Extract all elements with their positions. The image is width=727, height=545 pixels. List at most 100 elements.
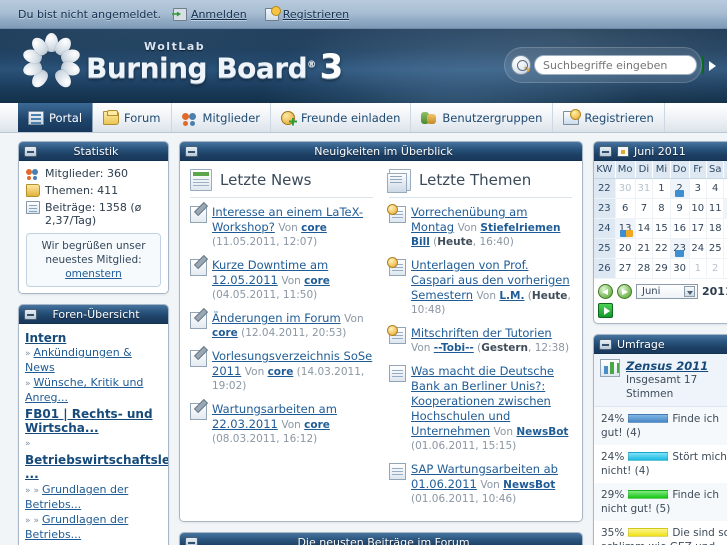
nav-tab-portal[interactable]: Portal (18, 103, 94, 132)
news-author-link[interactable]: core (304, 275, 330, 287)
cal-day[interactable]: 28 (635, 258, 654, 279)
cal-day[interactable]: 17 (689, 218, 708, 239)
cal-day[interactable]: 18 (706, 218, 725, 239)
forum-link[interactable]: Grundlagen der Betriebs... (25, 513, 128, 541)
register-link-wrap[interactable]: Registrieren (264, 5, 353, 21)
topic-item[interactable]: Unterlagen von Prof. Caspari aus den vor… (387, 257, 572, 317)
news-author-link[interactable]: core (304, 419, 330, 431)
register-link[interactable]: Registrieren (283, 8, 349, 21)
poll-option[interactable]: 24% Finde ich gut! (4) (594, 407, 727, 445)
cal-day[interactable]: 3 (689, 178, 708, 199)
cal-day-event[interactable]: 2 (670, 178, 690, 199)
forum-item[interactable]: » Wünsche, Kritik und Anreg... (25, 376, 162, 405)
collapse-icon[interactable] (185, 145, 198, 157)
collapse-icon[interactable] (24, 145, 37, 157)
cal-day[interactable]: 4 (706, 178, 725, 199)
topic-item[interactable]: SAP Wartungsarbeiten ab 01.06.2011 Von N… (389, 462, 572, 506)
nav-tab-registrieren[interactable]: Registrieren (553, 103, 665, 132)
forum-link-root[interactable]: Intern (25, 331, 162, 345)
collapse-icon[interactable] (24, 308, 37, 320)
forum-item[interactable]: »» Grundlagen der Betriebs... (25, 513, 162, 542)
cal-day[interactable]: 7 (635, 198, 654, 219)
forum-link-root[interactable]: FB01 | Rechts- und Wirtscha... (25, 407, 162, 435)
news-item[interactable]: Interesse an einem LaTeX-Workshop? Von c… (190, 205, 373, 249)
prev-month-button[interactable] (598, 284, 613, 299)
news-author-link[interactable]: core (301, 222, 327, 234)
cal-day[interactable]: 11 (706, 198, 725, 219)
topic-author-link[interactable]: L.M. (499, 290, 524, 302)
cal-day[interactable]: 20 (615, 238, 636, 259)
site-logo[interactable]: WoltLab Burning Board® 3 (20, 32, 343, 91)
news-item[interactable]: Kurze Downtime am 12.05.2011 Von core (0… (190, 258, 373, 302)
cal-day[interactable]: 15 (652, 218, 671, 239)
topic-author-link[interactable]: NewsBot (516, 426, 568, 438)
forum-link[interactable]: Wünsche, Kritik und Anreg... (25, 376, 143, 404)
forum-item[interactable]: » Betriebswirtschaftslehre ... (25, 436, 168, 481)
news-date: (12.04.2011, 20:53) (241, 327, 347, 339)
cal-day[interactable]: 1 (652, 178, 671, 199)
search-input[interactable] (534, 55, 697, 75)
cal-day-event[interactable]: 23 (670, 238, 690, 259)
poll-option[interactable]: 35%Die sind so schlimm wie GEZ und Schuf… (594, 521, 727, 545)
cal-day[interactable]: 31 (635, 178, 654, 199)
topic-item[interactable]: Vorrechenübung am Montag Von Stiefelriem… (387, 204, 572, 249)
von-label: Von (480, 479, 500, 491)
cal-day[interactable]: 10 (689, 198, 708, 219)
cal-day[interactable]: 6 (615, 198, 636, 219)
nav-tab-freunde-einladen[interactable]: Freunde einladen (271, 103, 412, 132)
next-month-button[interactable] (617, 284, 632, 299)
nav-tab-mitglieder[interactable]: Mitglieder (172, 103, 272, 132)
cal-day[interactable]: 1 (689, 258, 708, 279)
cal-day[interactable]: 22 (652, 238, 671, 259)
cal-day[interactable]: 9 (670, 198, 690, 219)
cal-day[interactable]: 24 (689, 238, 708, 259)
topic-item[interactable]: Mitschriften der Tutorien Von --Tobi-- (… (387, 325, 572, 355)
topic-author-link[interactable]: --Tobi-- (434, 342, 474, 354)
cal-col-do: Do (670, 161, 690, 179)
topic-author-link[interactable]: NewsBot (503, 479, 555, 491)
news-item[interactable]: Wartungsarbeiten am 22.03.2011 Von core … (190, 402, 373, 446)
nav-tab-benutzergruppen[interactable]: Benutzergruppen (411, 103, 554, 132)
forum-link[interactable]: Grundlagen der Betriebs... (25, 483, 128, 511)
news-title-link[interactable]: Änderungen im Forum (212, 311, 341, 325)
cal-day[interactable]: 27 (615, 258, 636, 279)
cal-day[interactable]: 2 (706, 258, 725, 279)
month-select[interactable]: Juni (636, 284, 698, 299)
newest-member-link[interactable]: omenstern (65, 268, 122, 280)
news-item[interactable]: Änderungen im Forum Von core (12.04.2011… (190, 311, 373, 340)
poll-percent: 35% (601, 527, 625, 539)
cal-day[interactable]: 16 (670, 218, 690, 239)
topic-title-link[interactable]: Mitschriften der Tutorien (411, 326, 552, 340)
cal-day[interactable]: 30 (615, 178, 636, 199)
collapse-icon[interactable] (599, 338, 612, 350)
cal-day[interactable]: 25 (706, 238, 725, 259)
cal-day[interactable]: 29 (652, 258, 671, 279)
search-box[interactable] (504, 47, 716, 83)
cal-day[interactable]: 21 (635, 238, 654, 259)
news-author-link[interactable]: core (268, 366, 294, 378)
login-link-wrap[interactable]: Anmelden (172, 7, 251, 21)
poll-option[interactable]: 29% Finde ich nicht gut! (5) (594, 483, 727, 521)
forum-link[interactable]: Betriebswirtschaftslehre ... (25, 453, 168, 481)
cal-day[interactable]: 30 (670, 258, 690, 279)
news-item[interactable]: Vorlesungsverzeichnis SoSe 2011 Von core… (190, 349, 373, 393)
poll-option[interactable]: 24% Stört mich nicht! (4) (594, 445, 727, 483)
login-link[interactable]: Anmelden (191, 8, 247, 21)
forum-item[interactable]: »» Grundlagen der Betriebs... (25, 483, 162, 512)
news-author-link[interactable]: core (212, 327, 238, 339)
nav-tab-forum[interactable]: Forum (93, 103, 172, 132)
cal-day[interactable]: 8 (652, 198, 671, 219)
poll-title-link[interactable]: Zensus 2011 (626, 359, 708, 373)
main-column: Neuigkeiten im Überblick Letzte News Int… (179, 141, 583, 545)
von-label: Von (411, 342, 431, 354)
hot-thread-icon (387, 325, 406, 344)
collapse-icon[interactable] (185, 536, 198, 545)
cal-day[interactable]: 14 (635, 218, 654, 239)
topic-item[interactable]: Was macht die Deutsche Bank an Berliner … (389, 364, 572, 453)
search-submit-button[interactable] (702, 56, 716, 74)
forum-link[interactable]: Ankündigungen & News (25, 346, 132, 374)
calendar-go-button[interactable] (598, 303, 613, 318)
forum-item[interactable]: » Ankündigungen & News (25, 346, 162, 375)
collapse-icon[interactable] (599, 145, 612, 157)
cal-day-event[interactable]: 13 (615, 218, 636, 239)
